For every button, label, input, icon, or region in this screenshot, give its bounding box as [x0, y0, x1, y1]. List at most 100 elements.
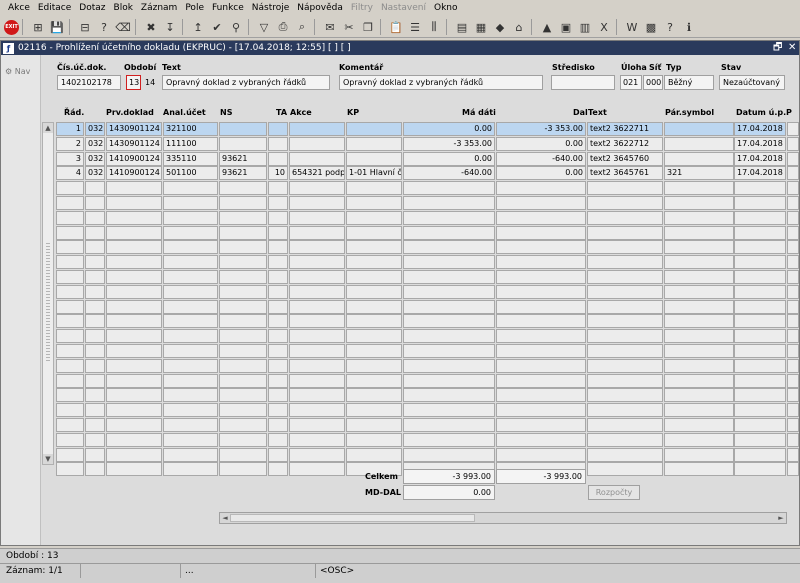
grid-empty-cell[interactable] — [85, 344, 105, 358]
grid-empty-cell[interactable] — [403, 373, 495, 388]
grid-empty-cell[interactable] — [734, 210, 786, 225]
grid-empty-cell[interactable] — [346, 270, 402, 284]
grid-empty-cell[interactable] — [106, 314, 162, 329]
grid-empty-cell[interactable] — [787, 255, 799, 270]
grid-empty-cell[interactable] — [219, 240, 267, 255]
grid-empty-cell[interactable] — [289, 210, 345, 225]
grid-cell[interactable]: 17.04.2018 — [734, 122, 786, 136]
grid-empty-cell[interactable] — [587, 225, 663, 240]
grid-empty-cell[interactable] — [289, 181, 345, 196]
grid-empty-cell[interactable] — [734, 299, 786, 314]
grid-empty-cell[interactable] — [346, 388, 402, 403]
word-icon[interactable]: W — [623, 18, 641, 36]
copy-icon[interactable]: ❐ — [359, 18, 377, 36]
grid-cell[interactable]: 501100 — [163, 166, 218, 181]
grid-cell[interactable]: -640.00 — [403, 166, 495, 181]
grid-empty-cell[interactable] — [85, 284, 105, 299]
grid-empty-cell[interactable] — [56, 240, 84, 255]
grid-cell[interactable]: 032 — [85, 122, 105, 136]
grid-cell[interactable]: 2 — [56, 136, 84, 151]
grid-empty-cell[interactable] — [106, 344, 162, 358]
grid-cell[interactable]: 0.00 — [496, 136, 586, 151]
excel-icon[interactable]: X — [595, 18, 613, 36]
grid-empty-cell[interactable] — [403, 225, 495, 240]
grid-empty-cell[interactable] — [346, 432, 402, 447]
grid-empty-cell[interactable] — [85, 314, 105, 329]
scroll-up-icon[interactable]: ▲ — [43, 123, 53, 133]
grid-empty-cell[interactable] — [787, 210, 799, 225]
grid-empty-cell[interactable] — [787, 240, 799, 255]
grid-empty-cell[interactable] — [56, 373, 84, 388]
grid-empty-cell[interactable] — [496, 240, 586, 255]
grid-empty-cell[interactable] — [106, 462, 162, 477]
grid-empty-cell[interactable] — [734, 358, 786, 373]
folder-icon[interactable]: ▣ — [557, 18, 575, 36]
grid-empty-cell[interactable] — [268, 344, 288, 358]
grid-empty-cell[interactable] — [734, 388, 786, 403]
grid-empty-cell[interactable] — [496, 418, 586, 432]
grid-empty-cell[interactable] — [734, 284, 786, 299]
grid-empty-cell[interactable] — [496, 314, 586, 329]
grid-empty-cell[interactable] — [787, 284, 799, 299]
grid-empty-cell[interactable] — [56, 329, 84, 344]
grid-empty-cell[interactable] — [734, 462, 786, 477]
grid-empty-cell[interactable] — [787, 166, 799, 181]
grid-cell[interactable]: text2 3622712 — [587, 136, 663, 151]
grid-empty-cell[interactable] — [85, 255, 105, 270]
grid-empty-cell[interactable] — [587, 240, 663, 255]
grid-empty-cell[interactable] — [664, 329, 734, 344]
grid-empty-cell[interactable] — [587, 284, 663, 299]
grid-empty-cell[interactable] — [163, 255, 218, 270]
grid-empty-cell[interactable] — [56, 255, 84, 270]
grid-empty-cell[interactable] — [85, 388, 105, 403]
grid-empty-cell[interactable] — [664, 240, 734, 255]
search-icon[interactable]: ⚲ — [227, 18, 245, 36]
grid-empty-cell[interactable] — [289, 314, 345, 329]
grid-empty-cell[interactable] — [787, 329, 799, 344]
grid-empty-cell[interactable] — [163, 388, 218, 403]
grid-empty-cell[interactable] — [106, 432, 162, 447]
grid-empty-cell[interactable] — [56, 403, 84, 418]
grid-empty-cell[interactable] — [403, 432, 495, 447]
grid-cell[interactable]: 0.00 — [403, 151, 495, 166]
grid-empty-cell[interactable] — [163, 270, 218, 284]
cut-icon[interactable]: ✂ — [340, 18, 358, 36]
grid-empty-cell[interactable] — [496, 329, 586, 344]
grid-empty-cell[interactable] — [403, 447, 495, 462]
grid-empty-cell[interactable] — [787, 403, 799, 418]
grid-empty-cell[interactable] — [85, 240, 105, 255]
grid-empty-cell[interactable] — [106, 388, 162, 403]
grid-empty-cell[interactable] — [664, 358, 734, 373]
grid-empty-cell[interactable] — [219, 225, 267, 240]
grid-cell[interactable]: 0.00 — [496, 166, 586, 181]
info-icon[interactable]: ℹ — [680, 18, 698, 36]
chart-icon[interactable]: ▥ — [576, 18, 594, 36]
grid-empty-cell[interactable] — [219, 418, 267, 432]
grid-cell[interactable]: 321100 — [163, 122, 218, 136]
grid-empty-cell[interactable] — [787, 447, 799, 462]
grid-empty-cell[interactable] — [664, 284, 734, 299]
records-icon[interactable]: ▦ — [472, 18, 490, 36]
grid-empty-cell[interactable] — [85, 210, 105, 225]
grid-empty-cell[interactable] — [787, 122, 799, 136]
grid-empty-cell[interactable] — [496, 270, 586, 284]
komentar-field[interactable]: Opravný doklad z vybraných řádků — [339, 75, 543, 90]
grid-empty-cell[interactable] — [106, 196, 162, 210]
grid-empty-cell[interactable] — [163, 418, 218, 432]
close-icon[interactable]: ✕ — [788, 41, 796, 55]
columns-icon[interactable]: ⫼ — [425, 18, 443, 36]
grid-empty-cell[interactable] — [664, 447, 734, 462]
grid-empty-cell[interactable] — [106, 181, 162, 196]
grid-empty-cell[interactable] — [403, 358, 495, 373]
grid-empty-cell[interactable] — [587, 447, 663, 462]
grid-empty-cell[interactable] — [734, 418, 786, 432]
cis-uc-dok-field[interactable]: 1402102178 — [57, 75, 121, 90]
grid-empty-cell[interactable] — [163, 240, 218, 255]
grid-empty-cell[interactable] — [664, 462, 734, 477]
grid-empty-cell[interactable] — [289, 284, 345, 299]
grid-cell[interactable] — [219, 122, 267, 136]
grid-empty-cell[interactable] — [56, 181, 84, 196]
grid-cell[interactable]: 111100 — [163, 136, 218, 151]
grid-empty-cell[interactable] — [346, 373, 402, 388]
grid-cell[interactable] — [219, 136, 267, 151]
